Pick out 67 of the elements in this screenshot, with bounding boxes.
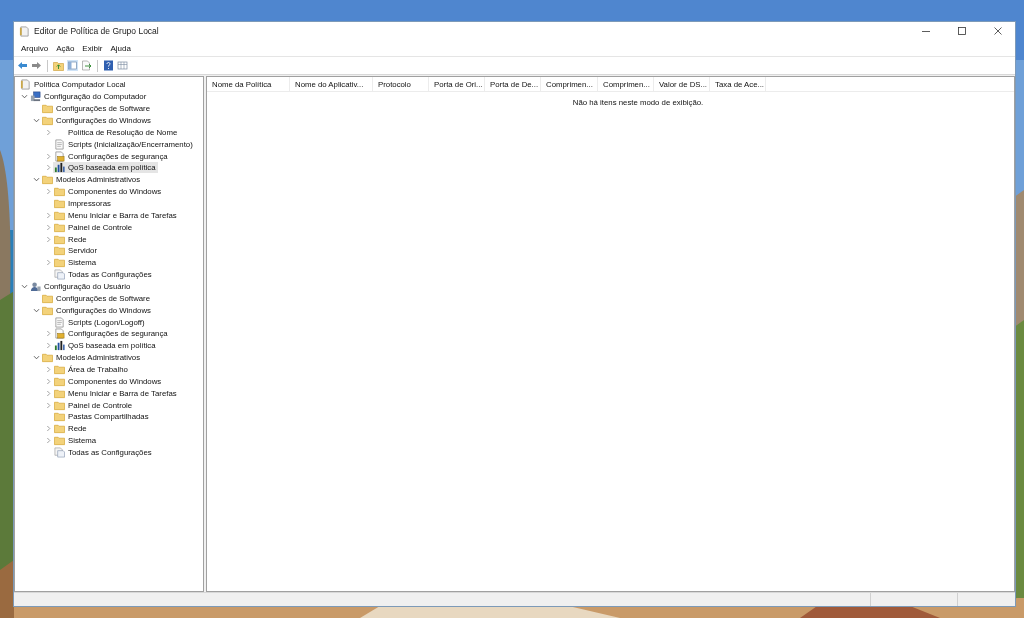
folder-icon — [54, 186, 65, 198]
chevron-down-icon[interactable] — [32, 117, 40, 124]
folder-icon — [54, 375, 65, 387]
chevron-right-icon[interactable] — [44, 389, 52, 397]
folder-icon — [54, 221, 65, 233]
chevron-right-icon[interactable] — [44, 152, 52, 160]
menu-item[interactable]: Ação — [52, 43, 79, 53]
window-title: Editor de Política de Grupo Local — [34, 26, 159, 36]
folder-icon — [54, 209, 65, 221]
bar-chart-icon — [54, 162, 65, 174]
chevron-right-icon[interactable] — [44, 128, 52, 136]
script-icon — [54, 316, 65, 328]
document-icon — [20, 79, 31, 91]
folder-icon — [54, 387, 65, 399]
bar-chart-icon — [54, 340, 65, 352]
security-icon — [54, 150, 65, 162]
chevron-down-icon[interactable] — [32, 306, 40, 314]
menu-item[interactable]: Ajuda — [106, 43, 135, 53]
close-icon[interactable] — [993, 26, 1003, 36]
chevron-right-icon[interactable] — [44, 235, 52, 243]
folder-icon — [54, 245, 65, 257]
folder-icon — [42, 103, 53, 115]
chevron-right-icon[interactable] — [44, 377, 52, 385]
chevron-down-icon[interactable] — [20, 283, 28, 291]
forward-icon[interactable] — [31, 60, 42, 71]
chevron-right-icon[interactable] — [44, 425, 52, 433]
folder-icon — [54, 233, 65, 245]
menu-item[interactable]: Exibir — [78, 43, 107, 53]
folder-icon — [54, 364, 65, 376]
menu-item[interactable]: Arquivo — [17, 43, 53, 53]
chevron-right-icon[interactable] — [44, 401, 52, 409]
chevron-right-icon[interactable] — [44, 211, 52, 219]
chevron-right-icon[interactable] — [44, 437, 52, 445]
folder-icon — [54, 198, 65, 209]
chevron-down-icon[interactable] — [32, 176, 40, 184]
folder-icon — [54, 257, 65, 269]
folder-icon — [42, 115, 53, 126]
folder-icon — [54, 399, 65, 411]
folder-icon — [42, 352, 53, 364]
chevron-right-icon[interactable] — [44, 330, 52, 338]
chevron-down-icon[interactable] — [32, 354, 40, 362]
folder-icon — [42, 174, 53, 186]
help-icon[interactable] — [103, 60, 114, 71]
settings-list-icon — [54, 447, 65, 459]
chevron-right-icon[interactable] — [44, 164, 52, 172]
export-icon[interactable] — [81, 60, 92, 71]
back-icon[interactable] — [17, 60, 28, 71]
chevron-right-icon[interactable] — [44, 223, 52, 231]
chevron-right-icon[interactable] — [44, 259, 52, 267]
settings-list-icon — [54, 269, 65, 281]
folder-icon — [54, 423, 65, 435]
folder-up-icon[interactable] — [53, 60, 64, 71]
chevron-right-icon[interactable] — [44, 366, 52, 374]
chevron-right-icon[interactable] — [44, 342, 52, 350]
pane-toggle-icon[interactable] — [67, 60, 78, 71]
folder-icon — [42, 304, 53, 316]
chevron-down-icon[interactable] — [20, 93, 28, 101]
computer-icon — [30, 91, 41, 103]
folder-icon — [54, 435, 65, 447]
security-icon — [54, 328, 65, 340]
folder-icon — [42, 292, 53, 304]
maximize-icon[interactable] — [957, 26, 967, 36]
folder-icon — [54, 411, 65, 423]
chevron-right-icon[interactable] — [44, 188, 52, 196]
user-icon — [30, 281, 41, 293]
script-icon — [54, 138, 65, 150]
policy-editor-icon — [19, 25, 30, 37]
